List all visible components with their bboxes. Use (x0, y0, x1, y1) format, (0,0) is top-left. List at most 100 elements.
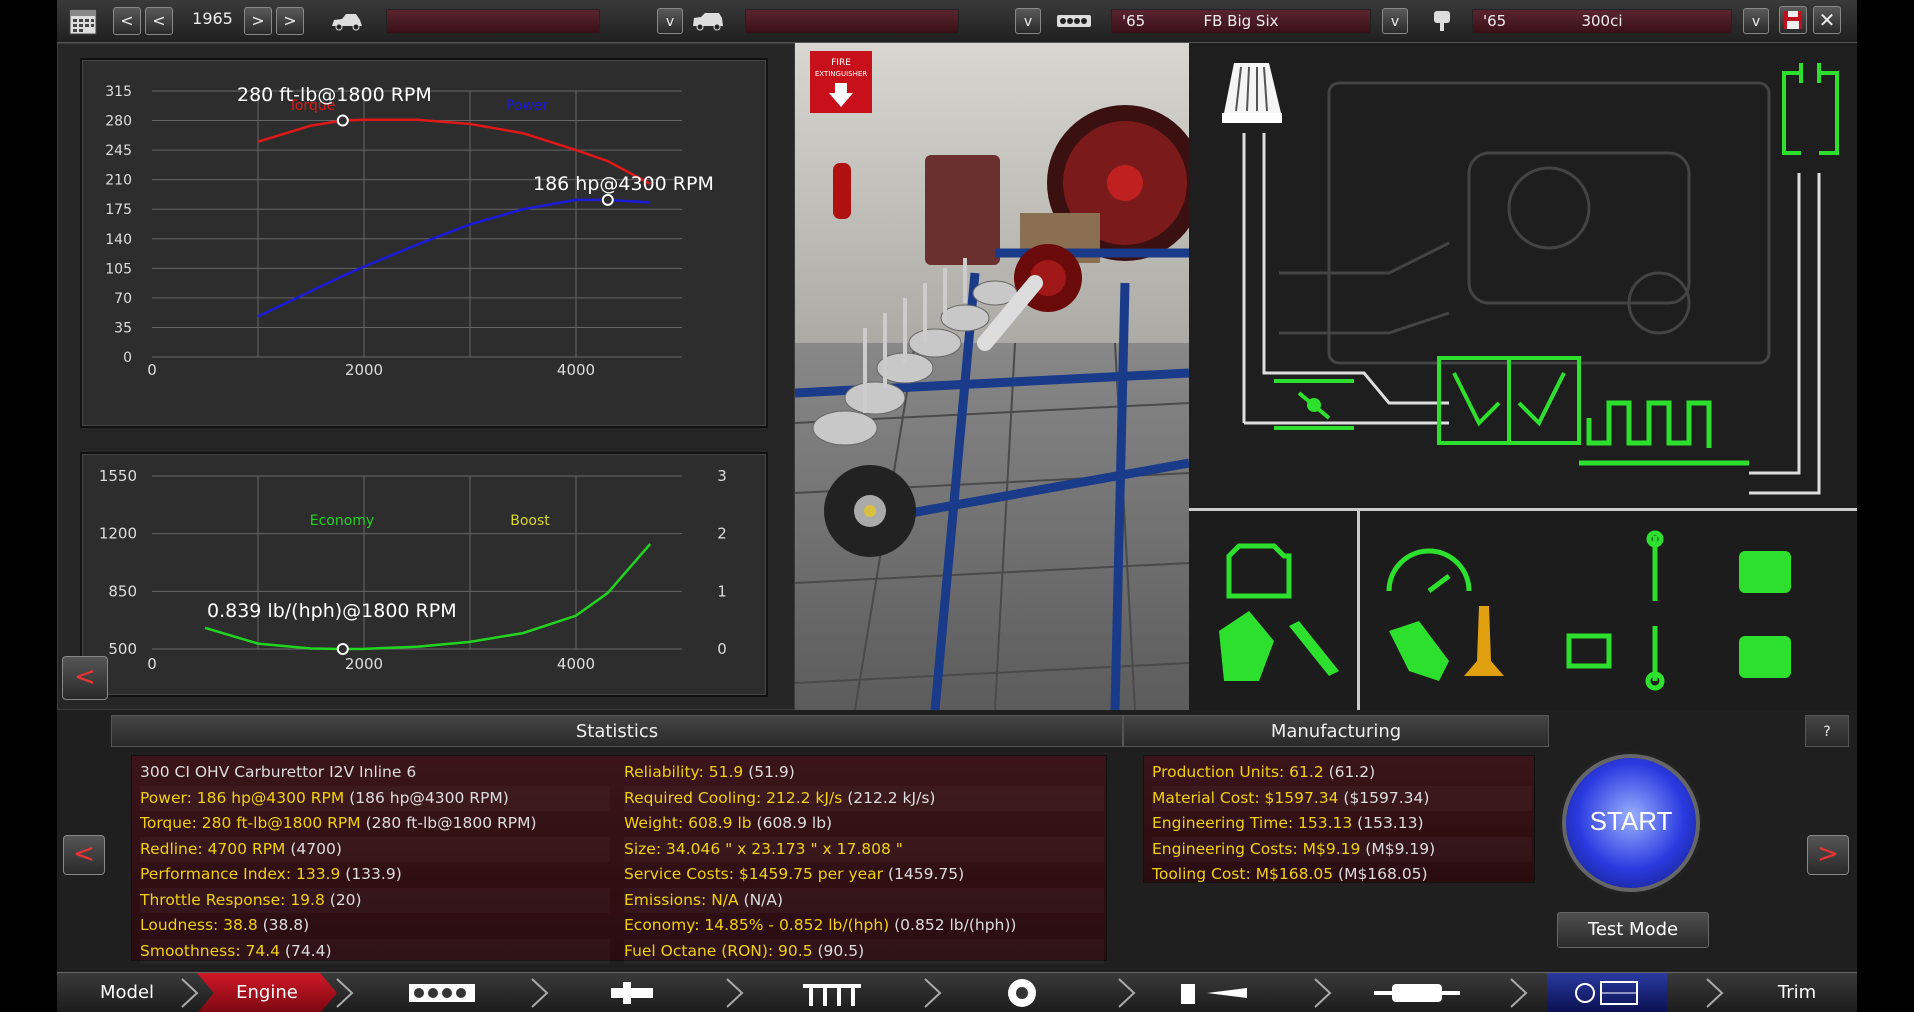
crank-icon[interactable] (1619, 611, 1689, 681)
stat-row: Engineering Time: 153.13 (153.13) (1152, 811, 1532, 836)
year-label: 1965 (192, 9, 233, 28)
stat-row: 300 CI OHV Carburettor I2V Inline 6 (140, 760, 610, 785)
stat-value: (4700) (285, 839, 342, 858)
stat-label: Engineering Time: 153.13 (1152, 814, 1353, 832)
x-tick-label: 2000 (345, 655, 383, 673)
x-tick-label: 0 (147, 655, 157, 673)
model-select[interactable] (386, 9, 600, 34)
stat-row: Smoothness: 74.4 (74.4) (140, 939, 610, 964)
nav-model[interactable]: Model (57, 973, 197, 1012)
year-forward-1-button[interactable]: > (244, 7, 272, 35)
nav-trim[interactable]: Trim (1737, 973, 1857, 1012)
air-filter-icon (1222, 63, 1282, 123)
trim-dropdown-button[interactable]: v (1015, 8, 1041, 34)
stat-label: Emissions: N/A (624, 890, 739, 909)
engine-3d-view[interactable]: FIRE EXTINGUISHER (795, 43, 1189, 710)
piston-icon[interactable] (1729, 531, 1799, 601)
stat-label: Tooling Cost: M$168.05 (1152, 865, 1334, 883)
engine-schematic (1189, 43, 1857, 508)
y-tick-label: 210 (105, 173, 132, 189)
tools-icon[interactable] (1384, 611, 1454, 681)
nav-crank-icon[interactable] (602, 973, 662, 1012)
save-icon[interactable] (1779, 6, 1807, 34)
x-tick-label: 4000 (557, 655, 595, 673)
model-dropdown-button[interactable]: v (657, 8, 683, 34)
stat-value: (186 hp@4300 RPM) (344, 788, 509, 807)
conrod-icon[interactable] (1619, 531, 1689, 601)
stat-label: Weight: 608.9 lb (624, 814, 752, 832)
stat-row: Weight: 608.9 lb (608.9 lb) (624, 811, 1104, 836)
test-mode-button[interactable]: Test Mode (1557, 912, 1709, 948)
power-legend-label: Power (506, 98, 549, 114)
nav-test-icon[interactable] (1547, 973, 1667, 1012)
gauge-icon[interactable] (1384, 531, 1454, 601)
stat-label: Engineering Costs: M$9.19 (1152, 839, 1361, 858)
stat-row: Required Cooling: 212.2 kJ/s (212.2 kJ/s… (624, 786, 1104, 811)
calendar-icon[interactable] (67, 6, 99, 36)
y-left-tick-label: 500 (108, 640, 137, 658)
engine-damage-icon[interactable] (1209, 611, 1279, 681)
nav-fuel-icon[interactable] (1172, 973, 1262, 1012)
nav-valvetrain-icon[interactable] (792, 973, 872, 1012)
close-icon[interactable]: ✕ (1813, 6, 1841, 34)
y-right-tick-label: 0 (717, 640, 727, 658)
car-model-icon (330, 6, 364, 36)
y-tick-label: 280 (105, 114, 132, 130)
nav-block-icon[interactable] (397, 973, 487, 1012)
stat-row: Reliability: 51.9 (51.9) (624, 760, 1104, 785)
trim-select[interactable] (745, 9, 959, 34)
prev-page-button[interactable]: < (63, 835, 105, 875)
y-tick-label: 175 (105, 202, 132, 218)
stat-row: Fuel Octane (RON): 90.5 (90.5) (624, 939, 1104, 964)
spark-plug-icon[interactable] (1284, 611, 1354, 681)
engine-family-name: FB Big Six (1203, 12, 1279, 30)
engine-variant-select[interactable]: '65 300ci (1472, 9, 1732, 34)
stat-row: Material Cost: $1597.34 ($1597.34) (1152, 786, 1532, 811)
nav-exhaust-icon[interactable] (1362, 973, 1472, 1012)
stat-value: (153.13) (1352, 814, 1424, 832)
engine-variant-dropdown-button[interactable]: v (1743, 8, 1769, 34)
y-tick-label: 315 (105, 84, 132, 100)
power-series-line (257, 198, 651, 318)
stat-row: Tooling Cost: M$168.05 (M$168.05) (1152, 862, 1532, 887)
x-tick-label: 0 (147, 361, 157, 379)
torque-power-chart-svg: 315280245210175140105703500 2000 4000Torqu… (105, 84, 714, 379)
stat-label: Required Cooling: 212.2 kJ/s (624, 788, 843, 807)
help-button[interactable]: ? (1805, 715, 1849, 747)
engine-family-dropdown-button[interactable]: v (1382, 8, 1408, 34)
engine-family-select[interactable]: '65 FB Big Six (1111, 9, 1371, 34)
y-right-tick-label: 3 (717, 467, 727, 485)
bottom-navbar: Model Engine Trim (57, 972, 1857, 1012)
stat-value: (61.2) (1323, 763, 1376, 781)
piston-variant-icon[interactable] (1729, 611, 1799, 681)
car-trim-icon (691, 6, 725, 36)
engine-icon[interactable] (1219, 531, 1289, 601)
nav-engine[interactable]: Engine (197, 973, 337, 1012)
next-page-button[interactable]: > (1807, 835, 1849, 875)
statistics-header: Statistics (111, 715, 1123, 747)
stat-value: (20) (324, 890, 362, 909)
stat-row: Torque: 280 ft-lb@1800 RPM (280 ft-lb@18… (140, 811, 610, 836)
year-forward-10-button[interactable]: > (276, 7, 304, 35)
stat-label: Size: 34.046 " x 23.173 " x 17.808 " (624, 839, 903, 858)
economy-legend-label: Economy (310, 513, 374, 529)
stat-row: Service Costs: $1459.75 per year (1459.7… (624, 862, 1104, 887)
stat-label: Smoothness: 74.4 (140, 941, 280, 960)
camshaft-icon[interactable] (1549, 611, 1619, 681)
stat-value: (N/A) (738, 890, 784, 909)
nav-turbo-icon[interactable] (992, 973, 1052, 1012)
year-back-1-button[interactable]: < (145, 7, 173, 35)
top-toolbar: < < 1965 > > v v '65 FB Big Six v '65 30… (57, 0, 1857, 43)
piston-icon (1429, 6, 1455, 36)
stat-label: Service Costs: $1459.75 per year (624, 865, 884, 883)
y-left-tick-label: 1200 (99, 525, 137, 543)
svg-text:EXTINGUISHER: EXTINGUISHER (815, 70, 867, 78)
power-peak-annotation: 186 hp@4300 RPM (533, 173, 714, 195)
stat-label: Production Units: 61.2 (1152, 763, 1324, 781)
start-button[interactable]: START (1562, 754, 1700, 892)
valve-icon[interactable] (1459, 531, 1529, 601)
economy-series-line (204, 543, 652, 651)
collapse-charts-button[interactable]: < (62, 656, 108, 700)
cylinder-head-icon (1437, 356, 1581, 445)
year-back-10-button[interactable]: < (113, 7, 141, 35)
